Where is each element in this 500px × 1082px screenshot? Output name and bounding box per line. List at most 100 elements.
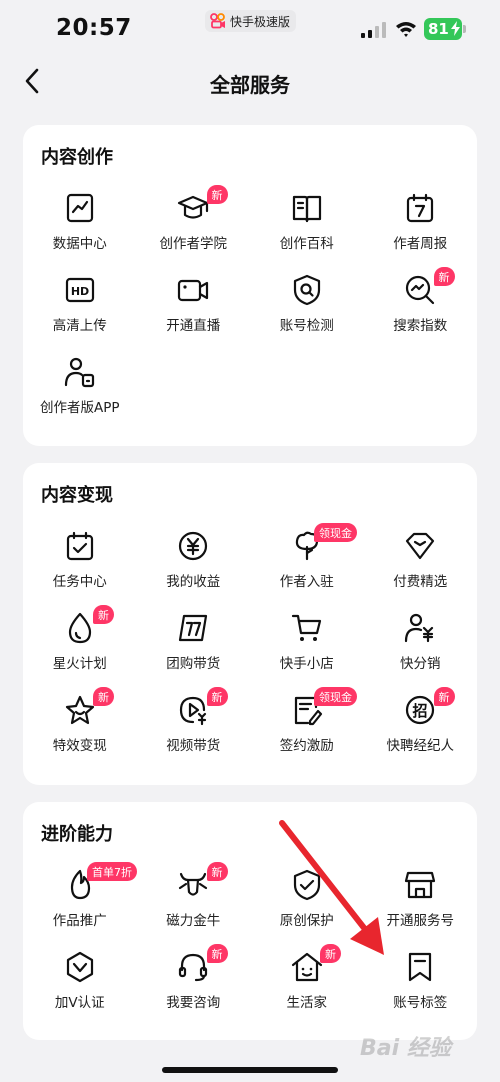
service-item-label: 账号检测: [279, 318, 334, 334]
service-item[interactable]: 搜索指数 新: [364, 267, 478, 349]
back-to-app-pill[interactable]: 快手极速版: [205, 10, 297, 32]
section-advanced: 进阶能力 作品推广 首单7折 磁力金牛新原创保护 开通服务号 加V认证 我要咨询新生活家新…: [23, 802, 477, 1040]
status-bar: 20:57 快手极速版 81: [0, 0, 500, 60]
service-item[interactable]: 账号标签: [364, 944, 478, 1026]
app-pill-label: 快手极速版: [230, 14, 291, 29]
service-item[interactable]: 创作百科: [250, 185, 364, 267]
service-item-label: 付费精选: [393, 574, 448, 590]
service-item-label: 开通服务号: [386, 913, 455, 929]
service-item-label: 加V认证: [54, 995, 105, 1011]
service-item-label: 团购带货: [166, 656, 221, 672]
service-item[interactable]: 快分销: [364, 605, 478, 687]
recruit-icon: 招: [403, 693, 437, 727]
section-title: 进阶能力: [41, 824, 113, 845]
service-item-label: 视频带货: [166, 738, 221, 754]
service-item[interactable]: 创作者学院 新: [137, 185, 251, 267]
star-icon: [63, 693, 97, 727]
section-title: 内容变现: [41, 485, 113, 506]
service-item-label: 快手小店: [279, 656, 334, 672]
section-monetization: 内容变现 任务中心我的收益 作者入驻 领现金付费精选星火计划新团购带货 快手小店 快分销…: [23, 463, 477, 785]
new-badge: 新: [433, 687, 455, 706]
service-item[interactable]: 招快聘经纪人 新: [364, 687, 478, 769]
service-item[interactable]: 加V认证: [23, 944, 137, 1026]
user-phone-icon: [63, 355, 97, 389]
shield-search-icon: [290, 273, 324, 307]
new-badge: 新: [206, 944, 228, 963]
service-item-label: 快分销: [400, 656, 441, 672]
video-camera-icon: [176, 273, 210, 307]
service-item[interactable]: 作者周报: [364, 185, 478, 267]
service-item-label: 特效变现: [52, 738, 107, 754]
calendar-7-icon: [403, 191, 437, 225]
watermark: Bai 经验: [360, 1036, 451, 1061]
play-yen-icon: [176, 693, 210, 727]
cart-icon: [290, 611, 324, 645]
search-trend-icon: [403, 273, 437, 307]
bookmark-icon: [403, 950, 437, 984]
status-time: 20:57: [56, 15, 132, 41]
diamond-icon: [403, 529, 437, 563]
service-item[interactable]: 生活家 新: [250, 944, 364, 1026]
service-item[interactable]: HD 高清上传: [23, 267, 137, 349]
service-item-label: 磁力金牛: [166, 913, 221, 929]
service-item-label: 数据中心: [52, 236, 107, 252]
house-face-icon: [290, 950, 324, 984]
svg-text:HD: HD: [71, 285, 89, 298]
service-item-label: 作品推广: [52, 913, 107, 929]
service-item[interactable]: 开通服务号: [364, 862, 478, 944]
new-badge: 首单7折: [87, 862, 137, 881]
service-item-label: 高清上传: [52, 318, 107, 334]
service-item-label: 创作百科: [279, 236, 334, 252]
service-item[interactable]: 特效变现 新: [23, 687, 137, 769]
service-item[interactable]: 我的收益: [137, 523, 251, 605]
coupon-icon: [176, 611, 210, 645]
service-item-label: 我的收益: [166, 574, 221, 590]
section-title: 内容创作: [41, 147, 113, 168]
service-item-label: 原创保护: [279, 913, 334, 929]
service-item[interactable]: 账号检测: [250, 267, 364, 349]
service-item-label: 签约激励: [279, 738, 334, 754]
service-item[interactable]: 作品推广 首单7折: [23, 862, 137, 944]
service-item[interactable]: 签约激励 领现金: [250, 687, 364, 769]
store-icon: [403, 868, 437, 902]
service-item[interactable]: 付费精选: [364, 523, 478, 605]
v-badge-icon: [63, 950, 97, 984]
new-badge: 新: [320, 944, 341, 963]
kuaishou-logo-icon: [210, 13, 225, 29]
service-item[interactable]: 原创保护: [250, 862, 364, 944]
service-item-label: 快聘经纪人: [386, 738, 455, 754]
service-item[interactable]: 星火计划 新: [23, 605, 137, 687]
service-item-label: 账号标签: [393, 995, 448, 1011]
service-item[interactable]: 数据中心: [23, 185, 137, 267]
service-item[interactable]: 磁力金牛 新: [137, 862, 251, 944]
service-item[interactable]: 任务中心: [23, 523, 137, 605]
new-badge: 新: [93, 687, 114, 706]
new-badge: 领现金: [314, 523, 357, 542]
battery-cap: [463, 25, 466, 33]
service-item[interactable]: 我要咨询 新: [137, 944, 251, 1026]
section-content-creation: 内容创作 数据中心 创作者学院新创作百科 作者周报 HD 高清上传 开通直播 账号检测 搜索指…: [23, 125, 477, 446]
bull-icon: [176, 868, 210, 902]
charging-bolt-icon: [451, 21, 460, 36]
service-item[interactable]: 开通直播: [137, 267, 251, 349]
headset-icon: [176, 950, 210, 984]
service-item[interactable]: 团购带货: [137, 605, 251, 687]
service-item[interactable]: 视频带货 新: [137, 687, 251, 769]
service-grid: 数据中心 创作者学院新创作百科 作者周报 HD 高清上传 开通直播 账号检测 搜索指数新创作者…: [23, 185, 477, 431]
service-item[interactable]: 作者入驻 领现金: [250, 523, 364, 605]
drop-icon: [63, 611, 97, 645]
service-item[interactable]: 快手小店: [250, 605, 364, 687]
nav-bar: 全部服务: [0, 58, 500, 106]
service-grid: 作品推广 首单7折 磁力金牛新原创保护 开通服务号 加V认证 我要咨询新生活家新账号标签: [23, 862, 477, 1026]
service-item-label: 创作者学院: [159, 236, 228, 252]
chart-icon: [63, 191, 97, 225]
service-item-label: 创作者版APP: [39, 400, 120, 416]
user-yen-icon: [403, 611, 437, 645]
service-item[interactable]: 创作者版APP: [23, 349, 137, 431]
page-title: 全部服务: [210, 73, 290, 97]
yen-circle-icon: [176, 529, 210, 563]
service-item-label: 开通直播: [166, 318, 221, 334]
battery-indicator: 81: [424, 18, 462, 40]
shield-check-icon: [290, 868, 324, 902]
svg-text:招: 招: [413, 702, 428, 720]
